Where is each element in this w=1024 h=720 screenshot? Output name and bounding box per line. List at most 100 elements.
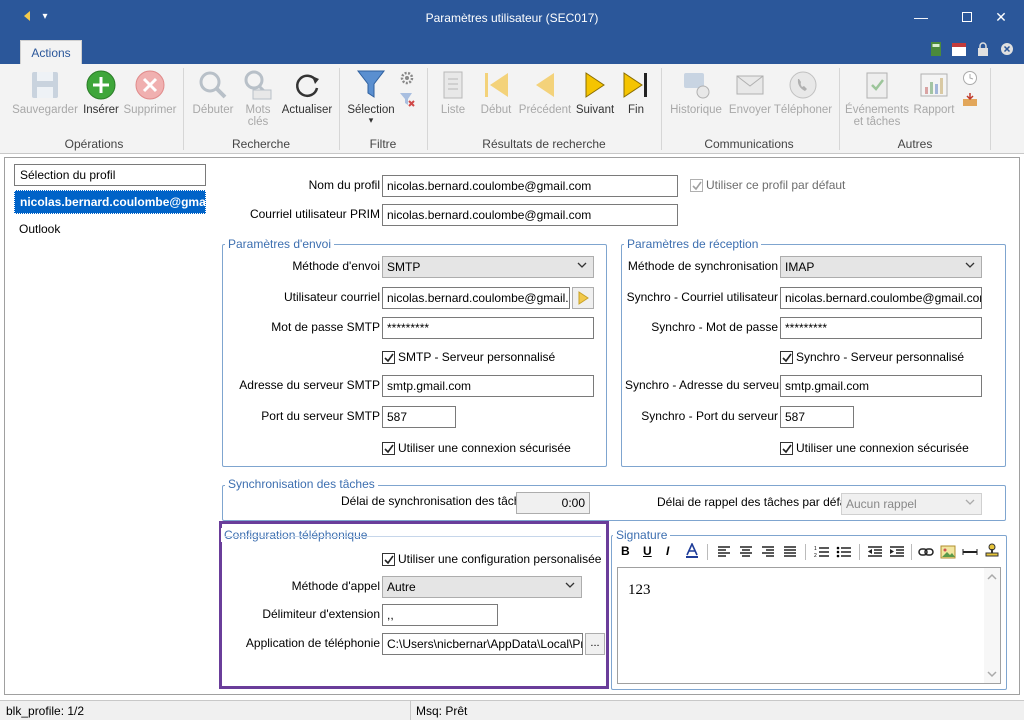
envelope-icon bbox=[733, 68, 767, 102]
keywords-label-1: Mots bbox=[245, 104, 271, 116]
events-tasks-button[interactable]: Événements et tâches bbox=[844, 68, 910, 128]
smtp-address-input[interactable]: smtp.gmail.com bbox=[382, 375, 594, 397]
extension-delimiter-input[interactable]: ,, bbox=[382, 604, 498, 626]
align-justify-icon[interactable] bbox=[783, 545, 797, 562]
sync-address-input[interactable]: smtp.gmail.com bbox=[780, 375, 982, 397]
link-icon[interactable] bbox=[918, 545, 934, 562]
phone-custom-config-checkbox[interactable] bbox=[382, 553, 395, 566]
phone-config-legend: Configuration téléphonique bbox=[221, 528, 371, 542]
filter-settings-icon[interactable] bbox=[399, 70, 415, 89]
smtp-password-input[interactable]: ********* bbox=[382, 317, 594, 339]
smtp-custom-server-checkbox[interactable] bbox=[382, 351, 395, 364]
first-label: Début bbox=[480, 104, 512, 116]
browse-button[interactable]: ... bbox=[585, 633, 605, 655]
signature-editor[interactable]: 123 bbox=[617, 567, 1001, 684]
toolbar-separator bbox=[859, 544, 860, 560]
default-profile-checkbox[interactable] bbox=[690, 179, 703, 192]
bold-icon[interactable]: B bbox=[621, 544, 630, 558]
minimize-icon[interactable]: — bbox=[906, 6, 936, 28]
events-label-1: Événements bbox=[845, 104, 909, 116]
phone-button[interactable]: Téléphoner bbox=[773, 68, 833, 116]
indent-icon[interactable] bbox=[889, 545, 905, 562]
align-left-icon[interactable] bbox=[717, 545, 731, 562]
close-tab-icon[interactable] bbox=[1000, 42, 1014, 56]
italic-icon[interactable]: I bbox=[666, 544, 669, 558]
list-button[interactable]: Liste bbox=[432, 68, 474, 116]
delete-circle-icon bbox=[133, 68, 167, 102]
calendar-icon[interactable] bbox=[952, 42, 966, 56]
numbered-list-icon[interactable]: 12 bbox=[814, 545, 830, 562]
scroll-down-icon[interactable] bbox=[984, 667, 1000, 681]
calculator-icon[interactable] bbox=[930, 42, 944, 56]
signature-scrollbar[interactable] bbox=[984, 568, 1000, 683]
clock-icon[interactable] bbox=[962, 70, 978, 89]
close-icon[interactable]: ✕ bbox=[986, 6, 1016, 28]
main-panel: Sélection du profil nicolas.bernard.coul… bbox=[4, 157, 1020, 695]
play-arrow-icon bbox=[578, 291, 589, 305]
delete-button[interactable]: Supprimer bbox=[122, 68, 178, 116]
smtp-secure-checkbox[interactable] bbox=[382, 442, 395, 455]
font-color-icon[interactable] bbox=[685, 542, 699, 562]
keywords-button[interactable]: Mots clés bbox=[238, 68, 278, 128]
bullet-list-icon[interactable] bbox=[836, 545, 852, 562]
task-reminder-select[interactable]: Aucun rappel bbox=[841, 493, 982, 515]
send-button[interactable]: Envoyer bbox=[727, 68, 773, 116]
sync-port-input[interactable]: 587 bbox=[780, 406, 854, 428]
first-record-icon bbox=[479, 68, 513, 102]
lock-icon[interactable] bbox=[976, 42, 990, 56]
send-method-select[interactable]: SMTP bbox=[382, 256, 594, 278]
inbox-tray-icon[interactable] bbox=[962, 92, 978, 111]
ribbon-separator bbox=[839, 68, 840, 150]
first-button[interactable]: Début bbox=[476, 68, 516, 116]
outdent-icon[interactable] bbox=[867, 545, 883, 562]
refresh-button[interactable]: Actualiser bbox=[280, 68, 334, 116]
start-search-button[interactable]: Débuter bbox=[190, 68, 236, 116]
profile-item-gmail[interactable]: nicolas.bernard.coulombe@gmail bbox=[14, 190, 206, 214]
maximize-icon[interactable] bbox=[952, 6, 982, 28]
email-user-action-button[interactable] bbox=[572, 287, 594, 309]
last-label: Fin bbox=[628, 104, 644, 116]
phone-config-rule bbox=[225, 536, 601, 537]
profile-item-outlook[interactable]: Outlook bbox=[14, 218, 206, 240]
email-user-input[interactable]: nicolas.bernard.coulombe@gmail.com bbox=[382, 287, 570, 309]
smtp-address-label: Adresse du serveur SMTP bbox=[239, 378, 380, 392]
previous-label: Précédent bbox=[518, 104, 572, 116]
sync-email-input[interactable]: nicolas.bernard.coulombe@gmail.com bbox=[780, 287, 982, 309]
phone-app-label: Application de téléphonie bbox=[245, 636, 380, 650]
status-message: Msq: Prêt bbox=[416, 704, 468, 718]
task-sync-delay-input[interactable]: 0:00 bbox=[516, 492, 590, 514]
save-button[interactable]: Sauvegarder bbox=[8, 68, 82, 116]
prim-email-input[interactable]: nicolas.bernard.coulombe@gmail.com bbox=[382, 204, 678, 226]
align-center-icon[interactable] bbox=[739, 545, 753, 562]
phone-app-input[interactable]: C:\Users\nicbernar\AppData\Local\Progr bbox=[382, 633, 583, 655]
prim-email-label: Courriel utilisateur PRIM bbox=[249, 207, 380, 221]
selection-button[interactable]: Sélection ▾ bbox=[344, 68, 398, 125]
group-filtre-label: Filtre bbox=[369, 137, 397, 151]
image-icon[interactable] bbox=[940, 544, 956, 563]
call-method-label: Méthode d'appel bbox=[291, 579, 380, 593]
sync-password-input[interactable]: ********* bbox=[780, 317, 982, 339]
send-method-value: SMTP bbox=[387, 260, 421, 274]
ribbon-tab-row: Actions bbox=[0, 36, 1024, 64]
last-button[interactable]: Fin bbox=[619, 68, 653, 116]
insert-button[interactable]: Insérer bbox=[80, 68, 122, 116]
align-right-icon[interactable] bbox=[761, 545, 775, 562]
previous-button[interactable]: Précédent bbox=[518, 68, 572, 116]
scroll-up-icon[interactable] bbox=[984, 570, 1000, 584]
tab-actions[interactable]: Actions bbox=[20, 40, 82, 64]
keywords-label-2: clés bbox=[247, 116, 269, 128]
underline-icon[interactable]: U bbox=[643, 544, 652, 558]
stamp-icon[interactable] bbox=[984, 543, 1000, 562]
next-button[interactable]: Suivant bbox=[573, 68, 617, 116]
history-button[interactable]: Historique bbox=[666, 68, 726, 116]
report-button[interactable]: Rapport bbox=[910, 68, 958, 116]
sync-custom-server-label: Synchro - Serveur personnalisé bbox=[796, 350, 965, 364]
call-method-select[interactable]: Autre bbox=[382, 576, 582, 598]
smtp-port-input[interactable]: 587 bbox=[382, 406, 456, 428]
sync-custom-server-checkbox[interactable] bbox=[780, 351, 793, 364]
profile-name-input[interactable]: nicolas.bernard.coulombe@gmail.com bbox=[382, 175, 678, 197]
sync-method-select[interactable]: IMAP bbox=[780, 256, 982, 278]
clear-filter-icon[interactable] bbox=[399, 92, 415, 111]
horizontal-rule-icon[interactable] bbox=[962, 545, 978, 562]
sync-secure-checkbox[interactable] bbox=[780, 442, 793, 455]
